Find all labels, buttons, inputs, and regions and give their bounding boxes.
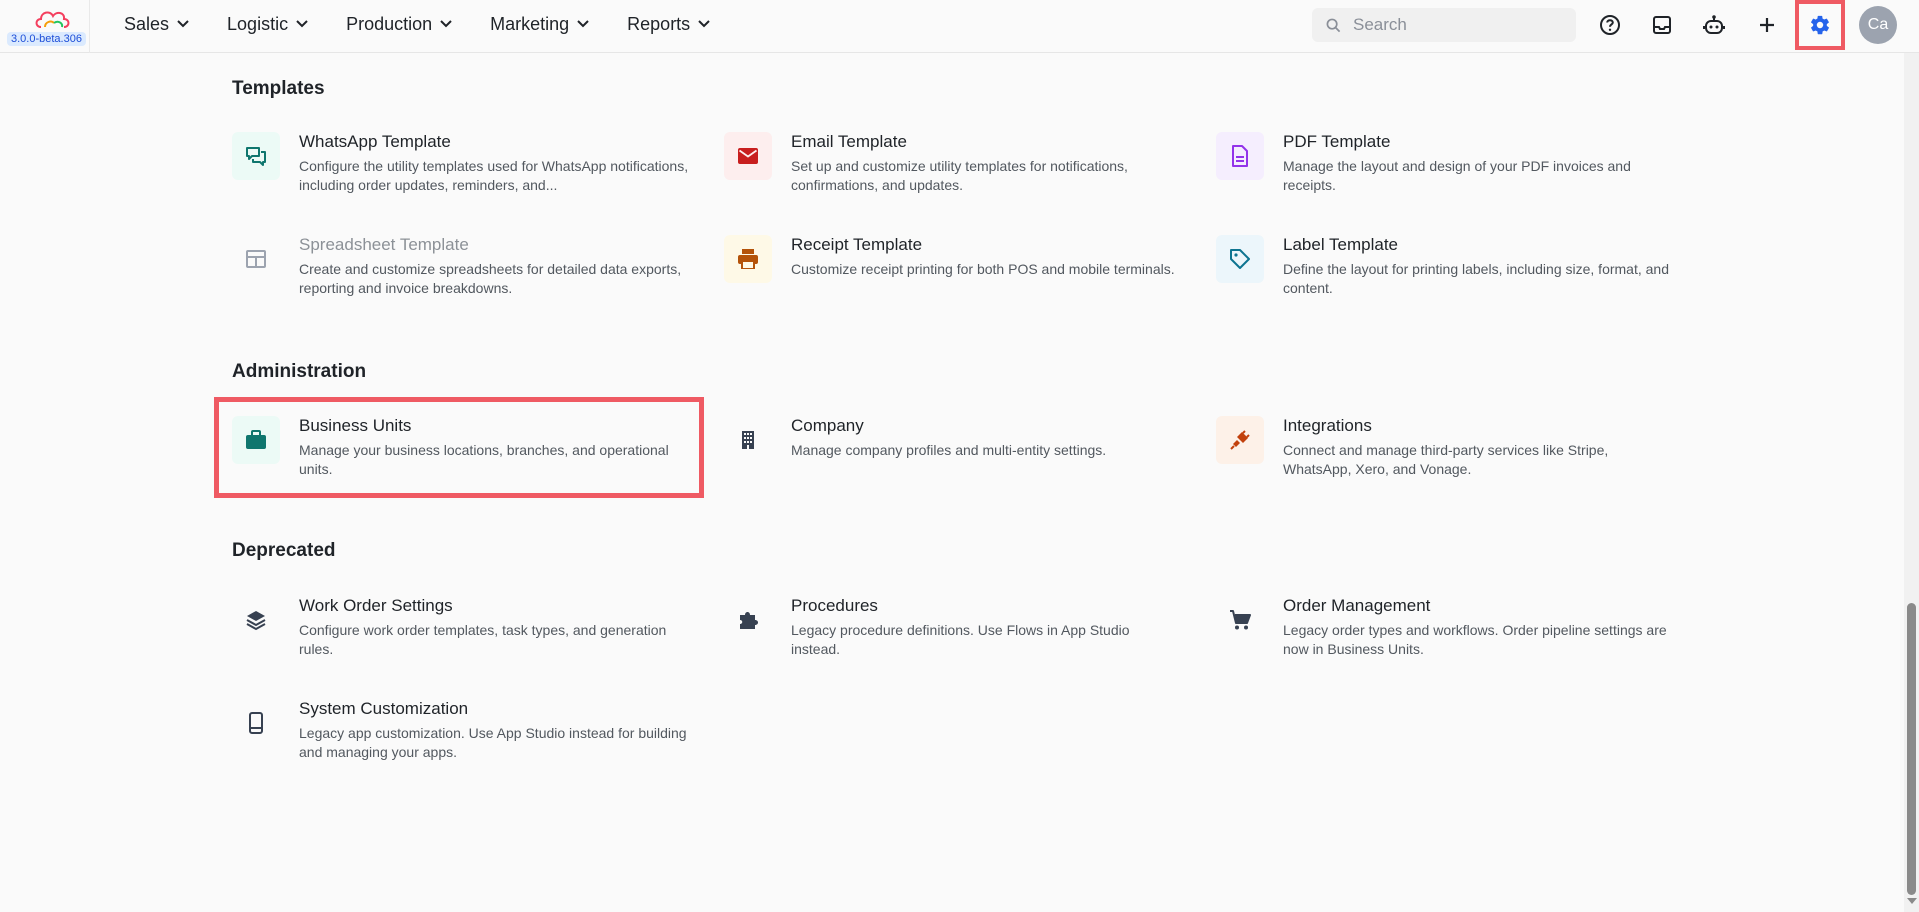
card-spreadsheet-template[interactable]: Spreadsheet Template Create and customiz…: [232, 235, 702, 315]
card-description: Connect and manage third-party services …: [1283, 442, 1609, 477]
card-description: Set up and customize utility templates f…: [791, 158, 1128, 193]
inbox-icon[interactable]: [1647, 10, 1677, 40]
card-description: Legacy order types and workflows. Order …: [1283, 622, 1667, 657]
card-description: Configure the utility templates used for…: [299, 158, 689, 193]
card-integrations[interactable]: Integrations Connect and manage third-pa…: [1216, 416, 1686, 496]
card-procedures[interactable]: Procedures Legacy procedure definitions.…: [724, 596, 1194, 676]
card-description: Customize receipt printing for both POS …: [791, 261, 1175, 277]
section-title-templates: Templates: [232, 78, 325, 99]
chevron-down-icon: [577, 20, 589, 28]
building-icon: [724, 416, 772, 464]
robot-icon[interactable]: [1699, 10, 1729, 40]
briefcase-icon: [232, 416, 280, 464]
top-bar: 3.0.0-beta.306 Sales Logistic Production…: [0, 0, 1919, 53]
nav-production[interactable]: Production: [346, 14, 452, 35]
card-whatsapp-template[interactable]: WhatsApp Template Configure the utility …: [232, 132, 702, 212]
card-description: Legacy app customization. Use App Studio…: [299, 725, 687, 760]
search-input[interactable]: [1353, 15, 1553, 35]
card-title: WhatsApp Template: [299, 132, 451, 151]
chevron-down-icon: [296, 20, 308, 28]
puzzle-icon: [724, 596, 772, 644]
plug-icon: [1216, 416, 1264, 464]
card-title: Procedures: [791, 596, 878, 615]
chat-icon: [232, 132, 280, 180]
main-nav: Sales Logistic Production Marketing Repo…: [124, 0, 748, 48]
search-box[interactable]: [1312, 8, 1576, 42]
card-title: Receipt Template: [791, 235, 923, 254]
card-description: Legacy procedure definitions. Use Flows …: [791, 622, 1130, 657]
page-scrollbar[interactable]: [1904, 0, 1919, 912]
section-title-administration: Administration: [232, 361, 367, 382]
table-icon: [232, 235, 280, 283]
help-icon[interactable]: [1595, 10, 1625, 40]
nav-label: Marketing: [490, 13, 570, 34]
document-icon: [1216, 132, 1264, 180]
card-order-management[interactable]: Order Management Legacy order types and …: [1216, 596, 1686, 676]
nav-label: Reports: [627, 13, 691, 34]
avatar[interactable]: Ca: [1859, 6, 1897, 44]
chevron-down-icon: [440, 20, 452, 28]
chevron-down-icon: [177, 20, 189, 28]
nav-marketing[interactable]: Marketing: [490, 14, 589, 35]
card-description: Define the layout for printing labels, i…: [1283, 261, 1669, 296]
card-pdf-template[interactable]: PDF Template Manage the layout and desig…: [1216, 132, 1686, 212]
mail-icon: [724, 132, 772, 180]
cart-icon: [1216, 596, 1264, 644]
scroll-down-arrow-icon[interactable]: [1907, 898, 1917, 904]
card-system-customization[interactable]: System Customization Legacy app customiz…: [232, 699, 702, 779]
card-receipt-template[interactable]: Receipt Template Customize receipt print…: [724, 235, 1194, 315]
layers-icon: [232, 596, 280, 644]
nav-label: Sales: [124, 13, 170, 34]
gear-icon[interactable]: [1805, 10, 1835, 40]
card-title: Company: [791, 416, 864, 435]
card-email-template[interactable]: Email Template Set up and customize util…: [724, 132, 1194, 212]
card-title: PDF Template: [1283, 132, 1391, 151]
card-work-order-settings[interactable]: Work Order Settings Configure work order…: [232, 596, 702, 676]
card-title: Spreadsheet Template: [299, 235, 469, 254]
card-title: Label Template: [1283, 235, 1398, 254]
card-company[interactable]: Company Manage company profiles and mult…: [724, 416, 1194, 496]
printer-icon: [724, 235, 772, 283]
logo-icon: [35, 11, 70, 28]
card-description: Manage company profiles and multi-entity…: [791, 442, 1107, 458]
section-title-deprecated: Deprecated: [232, 540, 336, 561]
card-title: Work Order Settings: [299, 596, 453, 615]
scrollbar-thumb[interactable]: [1907, 603, 1916, 895]
card-description: Configure work order templates, task typ…: [299, 622, 667, 657]
card-description: Manage the layout and design of your PDF…: [1283, 158, 1631, 193]
card-title: Integrations: [1283, 416, 1372, 435]
card-title: Email Template: [791, 132, 907, 151]
nav-logistic[interactable]: Logistic: [227, 14, 308, 35]
logo-area[interactable]: 3.0.0-beta.306: [0, 0, 90, 53]
chevron-down-icon: [698, 20, 710, 28]
card-description: Manage your business locations, branches…: [299, 442, 669, 477]
nav-label: Production: [346, 13, 433, 34]
phone-icon: [232, 699, 280, 747]
card-label-template[interactable]: Label Template Define the layout for pri…: [1216, 235, 1686, 315]
card-title: Order Management: [1283, 596, 1431, 615]
nav-reports[interactable]: Reports: [627, 14, 710, 35]
plus-icon[interactable]: [1752, 10, 1782, 40]
card-description: Create and customize spreadsheets for de…: [299, 261, 682, 296]
nav-label: Logistic: [227, 13, 289, 34]
card-title: Business Units: [299, 416, 412, 435]
search-icon: [1326, 18, 1341, 32]
card-business-units[interactable]: Business Units Manage your business loca…: [232, 416, 702, 496]
tag-icon: [1216, 235, 1264, 283]
nav-sales[interactable]: Sales: [124, 14, 189, 35]
card-title: System Customization: [299, 699, 469, 718]
version-badge: 3.0.0-beta.306: [7, 32, 86, 46]
